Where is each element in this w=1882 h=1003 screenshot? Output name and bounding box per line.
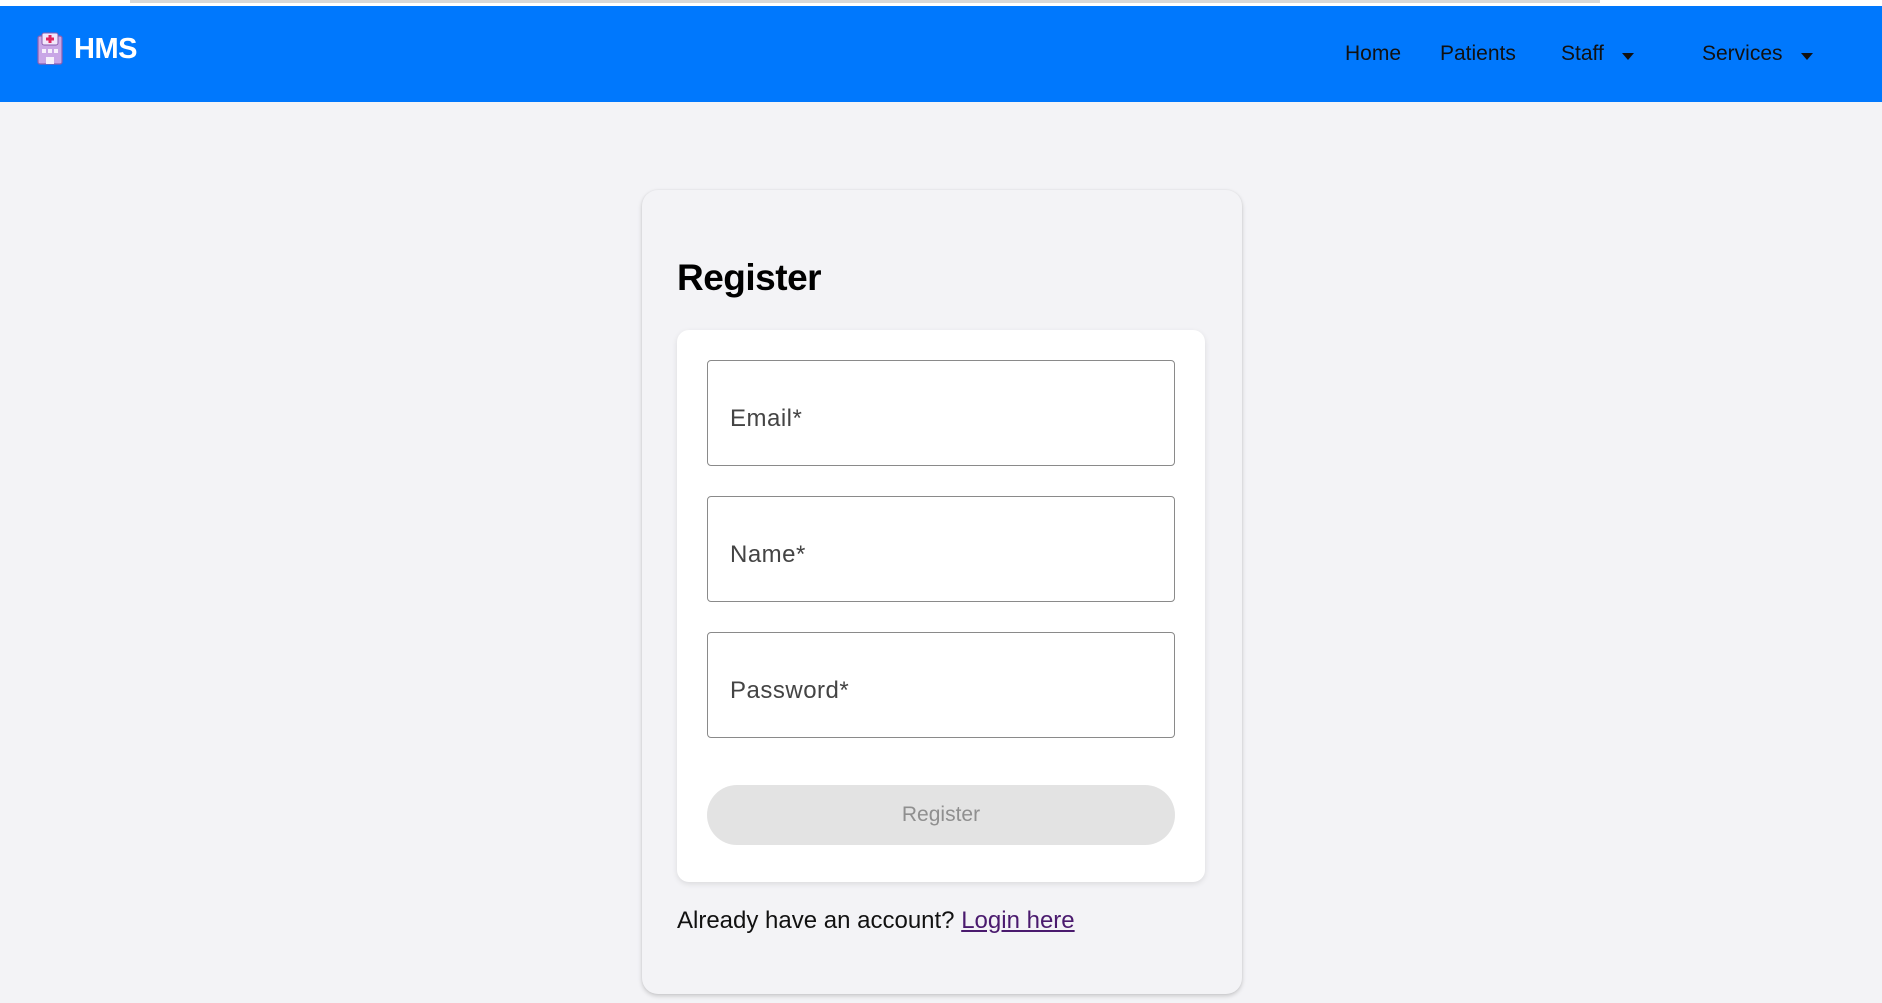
register-form: Email* Name* Password* Register [677,330,1205,882]
chevron-down-icon [1800,52,1813,60]
brand-logo-link[interactable]: HMS [36,32,137,66]
chevron-down-icon [1621,52,1634,60]
hospital-building-icon [37,32,63,65]
nav-patients-label: Patients [1440,42,1516,65]
password-field-label: Password* [730,677,850,704]
email-field[interactable]: Email* [707,360,1175,466]
nav-services-dropdown[interactable]: Services [1702,42,1813,66]
name-field[interactable]: Name* [707,496,1175,602]
email-field-label: Email* [730,405,803,432]
register-button[interactable]: Register [707,785,1175,845]
nav-staff-label: Staff [1561,42,1604,65]
nav-staff-dropdown[interactable]: Staff [1561,42,1634,66]
name-field-label: Name* [730,541,806,568]
nav-services-label: Services [1702,42,1783,65]
login-prompt-text: Already have an account? [677,907,955,934]
brand-name: HMS [74,32,137,65]
top-navbar: HMS Home Patients Staff Services [0,6,1882,102]
login-prompt-line: Already have an account? Login here [677,907,1075,935]
nav-home-label: Home [1345,42,1402,65]
password-field[interactable]: Password* [707,632,1175,738]
nav-home-link[interactable]: Home [1345,42,1401,66]
register-card: Register Email* Name* Password* Register… [642,190,1242,994]
login-link[interactable]: Login here [961,907,1074,934]
nav-patients-link[interactable]: Patients [1440,42,1516,66]
page-title: Register [677,257,822,298]
